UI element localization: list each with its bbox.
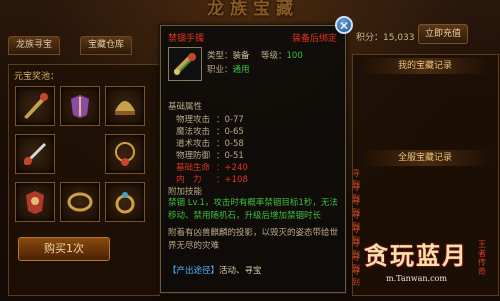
reward-slot[interactable] [15, 134, 55, 174]
source-label: 【产出途径】 [168, 266, 220, 276]
game-logo: 贪玩蓝月 m.Tanwan.com 王者传奇 [360, 232, 498, 292]
bracelet-icon [67, 192, 93, 212]
attr-row: 内 力：+108 [176, 175, 248, 185]
bind-status: 装备后绑定 [292, 34, 338, 44]
weapon-icon [24, 93, 48, 119]
item-level: 等级：100 [261, 49, 303, 61]
skill-text: 禁锢 Lv.1，攻击时有概率禁锢目标1秒，无法移动、禁用随机石，升级后增加禁锢时… [168, 198, 338, 221]
all-records-title: 全服宝藏记录 [360, 150, 490, 166]
type-label: 类型： [207, 51, 233, 61]
logo-url: m.Tanwan.com [386, 274, 447, 283]
item-name: 禁锢手镯 [168, 34, 205, 44]
item-job: 职业：通用 [207, 63, 250, 75]
attr-label: 魔法攻击 [176, 127, 211, 137]
score: 积分：15,033 [356, 30, 415, 43]
close-icon[interactable]: ✕ [335, 16, 353, 34]
attr-label: 内 力 [176, 175, 202, 185]
attr-row: 道术攻击 ：0-58 [176, 139, 244, 149]
item-description: 附着有凶兽麒麟的投影，以毁灭的姿态带给世界无尽的灾难 [168, 228, 339, 251]
job-label: 职业： [207, 65, 233, 75]
attr-value: 0-65 [224, 127, 244, 137]
weapon-icon [23, 142, 47, 166]
score-label: 积分： [356, 33, 384, 43]
attr-label: 基础生命 [176, 163, 211, 173]
reward-slot[interactable] [15, 182, 55, 222]
attr-value: 0-51 [224, 151, 244, 161]
score-value: 15,033 [383, 33, 415, 43]
bracelet-icon [173, 53, 196, 75]
attr-label: 物理攻击 [176, 115, 211, 125]
tab-dragon-treasure-hunt[interactable]: 龙族寻宝 [8, 36, 61, 55]
attr-value: 0-77 [224, 115, 244, 125]
item-icon [168, 47, 202, 81]
reward-slot[interactable] [105, 86, 145, 126]
reward-slot[interactable] [105, 134, 145, 174]
attr-label: 物理防御 [176, 151, 211, 161]
recharge-button[interactable]: 立即充值 [418, 24, 468, 44]
source-value: 活动、寻宝 [219, 266, 262, 276]
base-attr-title: 基础属性 [168, 102, 203, 112]
helmet-icon [115, 101, 135, 115]
attr-row: 物理防御 ：0-51 [176, 151, 244, 161]
reward-slot[interactable] [60, 86, 100, 126]
my-records-title: 我的宝藏记录 [360, 58, 490, 74]
source: 【产出途径】活动、寻宝 [168, 264, 262, 276]
extra-skill-title: 附加技能 [168, 187, 203, 197]
armor-icon [71, 95, 89, 118]
attr-value: +108 [224, 175, 248, 185]
banner-title: 龙族宝藏 [207, 0, 299, 19]
reward-slot[interactable] [60, 182, 100, 222]
necklace-icon [115, 142, 135, 166]
item-type: 类型：装备 [207, 49, 250, 61]
attr-row: 魔法攻击 ：0-65 [176, 127, 244, 137]
attr-row: 物理攻击 ：0-77 [176, 115, 244, 125]
attr-value: +240 [224, 163, 248, 173]
type-value: 装备 [232, 51, 250, 61]
reward-slot[interactable] [105, 182, 145, 222]
logo-side-text: 王者传奇 [478, 240, 486, 276]
reward-slot[interactable] [15, 86, 55, 126]
ring-icon [115, 192, 135, 214]
attr-row: 基础生命 ：+240 [176, 163, 248, 173]
logo-title: 贪玩蓝月 [364, 241, 468, 270]
job-value: 通用 [232, 65, 250, 75]
attr-label: 道术攻击 [176, 139, 211, 149]
armor-icon [26, 191, 44, 214]
level-label: 等级： [261, 51, 287, 61]
tab-treasure-warehouse[interactable]: 宝藏仓库 [80, 36, 133, 55]
level-value: 100 [286, 51, 303, 61]
buy-once-button[interactable]: 购买1次 [18, 237, 110, 261]
attr-value: 0-58 [224, 139, 244, 149]
ingot-pool-label: 元宝奖池： [14, 72, 60, 82]
